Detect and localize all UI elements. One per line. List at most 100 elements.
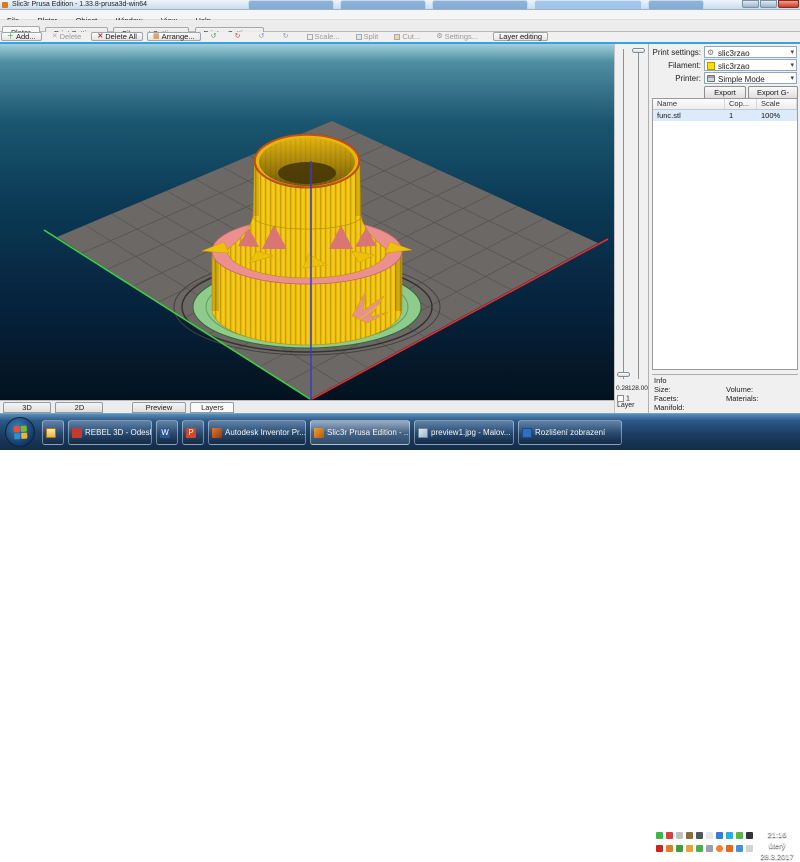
tray-icon[interactable] — [716, 845, 723, 852]
settings-button[interactable]: ⚙Settings... — [430, 32, 484, 41]
filament-color-swatch — [707, 62, 715, 70]
tray-icon[interactable] — [676, 845, 683, 852]
windows-logo-icon — [14, 426, 28, 440]
window-title: Slic3r Prusa Edition - 1.33.8-prusa3d-wi… — [12, 0, 147, 10]
explorer-taskbar-button[interactable] — [42, 420, 64, 445]
tab-2d[interactable]: 2D — [55, 402, 103, 413]
close-button[interactable] — [778, 0, 799, 8]
split-button[interactable]: Split — [350, 32, 385, 41]
tab-layers[interactable]: Layers — [190, 402, 234, 413]
layer-slider-bottom-knob[interactable] — [617, 372, 630, 377]
system-tray: CS — [640, 829, 755, 862]
tray-icon[interactable] — [706, 845, 713, 852]
manifold-label: Manifold: — [654, 403, 684, 412]
tray-icon[interactable] — [666, 832, 673, 839]
tray-icon[interactable] — [726, 845, 733, 852]
add-button[interactable]: ＋Add... — [1, 32, 42, 41]
toolbar: ＋Add... ✕Delete ✕Delete All ▦Arrange... … — [0, 32, 800, 42]
object-list-header: Name Cop... Scale — [653, 99, 797, 110]
powerpoint-taskbar-button[interactable]: P — [182, 420, 204, 445]
language-indicator[interactable]: CS — [640, 833, 651, 842]
tray-icon[interactable] — [716, 832, 723, 839]
taskbar-button[interactable]: Rozlišení zobrazení — [518, 420, 622, 445]
delete-icon: ✕ — [52, 33, 58, 41]
layer-editing-button[interactable]: Layer editing — [493, 32, 548, 41]
tray-icon[interactable] — [686, 845, 693, 852]
object-list-table: Name Cop... Scale func.stl 1 100% — [652, 98, 798, 370]
taskbar-clock[interactable]: 21:16 úterý 28.3.2017 — [756, 829, 798, 862]
delete-all-button[interactable]: ✕Delete All — [91, 32, 143, 41]
arrange-icon: ▦ — [153, 33, 160, 41]
table-row[interactable]: func.stl 1 100% — [653, 110, 797, 121]
rotate-y-button[interactable]: ↻ — [277, 32, 297, 41]
tray-icon[interactable] — [736, 832, 743, 839]
rotate-cw-icon: ↻ — [235, 33, 241, 41]
word-icon: W — [160, 428, 170, 438]
info-title: Info — [654, 376, 667, 385]
start-button[interactable] — [5, 417, 35, 447]
tray-icon[interactable] — [656, 845, 663, 852]
layer-top-value: 128.00 — [628, 385, 648, 392]
chevron-down-icon: ▾ — [790, 61, 794, 69]
maximize-button[interactable] — [760, 0, 777, 8]
minimize-button[interactable] — [742, 0, 759, 8]
clock-day: úterý — [756, 840, 798, 851]
mail-app-icon — [72, 428, 82, 438]
slic3r-icon — [314, 428, 324, 438]
3d-scene — [0, 44, 614, 400]
layer-slider-top-knob[interactable] — [632, 48, 645, 53]
plater-side-panel: Print settings: ⚙ slic3rzao ▾ Filament: … — [648, 44, 800, 413]
delete-button[interactable]: ✕Delete — [46, 32, 88, 41]
word-taskbar-button[interactable]: W — [156, 420, 178, 445]
print-settings-select[interactable]: ⚙ slic3rzao ▾ — [704, 46, 797, 58]
tray-icon[interactable] — [676, 832, 683, 839]
gear-icon: ⚙ — [707, 49, 715, 57]
rotate-cw-button[interactable]: ↻ — [229, 32, 249, 41]
printer-select[interactable]: Simple Mode ▾ — [704, 72, 797, 84]
title-bar: Slic3r Prusa Edition - 1.33.8-prusa3d-wi… — [0, 0, 800, 10]
filament-label: Filament: — [668, 61, 701, 70]
cut-button[interactable]: Cut... — [388, 32, 426, 41]
printer-label: Printer: — [675, 74, 701, 83]
rotate-ccw-button[interactable]: ↺ — [205, 32, 225, 41]
app-icon — [2, 2, 8, 8]
tray-icon[interactable] — [656, 832, 663, 839]
tray-icon[interactable] — [726, 832, 733, 839]
one-layer-control: 1 Layer — [617, 395, 648, 409]
background-browser-tab — [340, 0, 426, 9]
taskbar-button[interactable]: REBEL 3D - Odeslat o... — [68, 420, 152, 445]
tray-icon[interactable] — [666, 845, 673, 852]
tray-icon[interactable] — [686, 832, 693, 839]
scale-icon — [307, 34, 313, 40]
tray-icon[interactable] — [746, 832, 753, 839]
filament-select[interactable]: slic3rzao ▾ — [704, 59, 797, 71]
printer-icon — [707, 75, 715, 82]
chevron-down-icon: ▾ — [790, 48, 794, 56]
scale-button[interactable]: Scale... — [301, 32, 346, 41]
tab-3d[interactable]: 3D — [3, 402, 51, 413]
facets-label: Facets: — [654, 394, 679, 403]
tray-icon[interactable] — [736, 845, 743, 852]
tray-icon[interactable] — [746, 845, 753, 852]
taskbar-button-active[interactable]: Slic3r Prusa Edition - ... — [310, 420, 410, 445]
arrange-button[interactable]: ▦Arrange... — [147, 32, 201, 41]
rotate-x-button[interactable]: ↺ — [253, 32, 273, 41]
layer-slider-top-track[interactable] — [638, 49, 639, 379]
rotate-x-icon: ↺ — [259, 33, 265, 41]
inventor-icon — [212, 428, 222, 438]
layer-slider-bottom-track[interactable] — [623, 49, 624, 379]
cut-icon — [394, 34, 400, 40]
tab-preview[interactable]: Preview — [132, 402, 186, 413]
tray-icon[interactable] — [706, 832, 713, 839]
rotate-ccw-icon: ↺ — [211, 33, 217, 41]
tray-icon[interactable] — [696, 845, 703, 852]
background-browser-tab — [248, 0, 334, 9]
taskbar-button[interactable]: Autodesk Inventor Pr... — [208, 420, 306, 445]
clock-time: 21:16 — [756, 829, 798, 840]
background-browser-tab — [648, 0, 704, 9]
tray-icon[interactable] — [696, 832, 703, 839]
one-layer-checkbox[interactable] — [617, 395, 624, 402]
3d-viewport[interactable] — [0, 44, 614, 400]
taskbar-button[interactable]: preview1.jpg - Malov... — [414, 420, 514, 445]
settings-tab-bar: Plater Print Settings Filament Settings … — [0, 20, 800, 32]
